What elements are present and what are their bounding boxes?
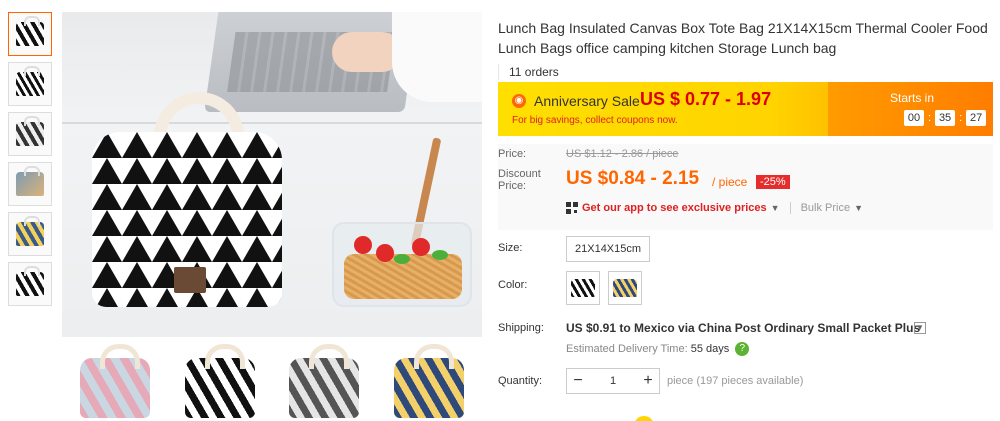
caret-down-icon: ▼ bbox=[770, 203, 780, 213]
thumbnail-3[interactable] bbox=[8, 112, 52, 156]
discount-label-1: Discount bbox=[498, 168, 541, 180]
shipping-info: US $0.91 to Mexico via China Post Ordina… bbox=[566, 321, 921, 335]
bag-variant-image bbox=[289, 344, 360, 418]
thumbnail-1[interactable] bbox=[8, 12, 52, 56]
product-title: Lunch Bag Insulated Canvas Box Tote Bag … bbox=[498, 20, 988, 56]
quantity-input[interactable]: 1 bbox=[589, 375, 637, 387]
availability-text: piece (197 pieces available) bbox=[667, 375, 804, 387]
sale-subtext: For big savings, collect coupons now. bbox=[512, 115, 678, 126]
per-piece-unit: / piece bbox=[712, 175, 748, 189]
delivery-value: 55 days bbox=[690, 342, 730, 355]
quantity-label: Quantity: bbox=[498, 375, 543, 387]
timer-hours: 00 bbox=[904, 110, 924, 126]
food-bowl-graphic bbox=[332, 222, 472, 307]
quantity-decrease-button[interactable]: − bbox=[567, 372, 589, 390]
product-info-panel: Lunch Bag Insulated Canvas Box Tote Bag … bbox=[498, 18, 993, 421]
variant-grey[interactable] bbox=[285, 342, 363, 418]
sale-coin-icon: ◉ bbox=[512, 94, 526, 108]
help-icon[interactable]: ? bbox=[735, 342, 750, 356]
partial-yellow-icon bbox=[634, 416, 654, 421]
quantity-increase-button[interactable]: + bbox=[637, 372, 659, 390]
main-product-image[interactable] bbox=[62, 12, 482, 337]
bulk-price-link[interactable]: Bulk Price bbox=[801, 202, 851, 214]
sale-label: Anniversary Sale bbox=[534, 93, 640, 109]
color-option-2[interactable] bbox=[608, 271, 642, 305]
thumbnail-4[interactable] bbox=[8, 162, 52, 206]
timer-seconds: 27 bbox=[966, 110, 987, 126]
app-price-link[interactable]: Get our app to see exclusive prices bbox=[582, 202, 767, 214]
size-label: Size: bbox=[498, 242, 523, 254]
caret-down-icon: ▼ bbox=[854, 203, 864, 213]
bag-variant-image bbox=[393, 344, 464, 418]
bag-thumbnail-image bbox=[16, 16, 44, 46]
size-option[interactable]: 21X14X15cm bbox=[566, 236, 651, 262]
shipping-label: Shipping: bbox=[498, 322, 544, 334]
shirt-graphic bbox=[392, 12, 482, 102]
variant-black-white[interactable] bbox=[181, 342, 259, 418]
discount-label-2: Price: bbox=[498, 180, 527, 192]
thumbnail-2[interactable] bbox=[8, 62, 52, 106]
countdown: Starts in 00 : 35 : 27 bbox=[828, 82, 993, 136]
variant-navy-yellow[interactable] bbox=[390, 342, 468, 418]
bag-variant-image bbox=[80, 344, 150, 418]
starts-label: Starts in bbox=[890, 91, 935, 105]
timer-minutes: 35 bbox=[935, 110, 956, 126]
color-label: Color: bbox=[498, 279, 528, 291]
quantity-stepper: − 1 + bbox=[566, 368, 660, 394]
thumbnail-list bbox=[8, 12, 58, 312]
thumbnail-6[interactable] bbox=[8, 262, 52, 306]
sale-banner: ◉ Anniversary Sale US $ 0.77 - 1.97 For … bbox=[498, 82, 993, 136]
original-price: US $1.12 - 2.86 / piece bbox=[566, 148, 679, 160]
bag-thumbnail-image bbox=[16, 116, 44, 146]
variant-strip bbox=[62, 342, 482, 421]
bag-thumbnail-image bbox=[16, 66, 44, 96]
app-promo-row: Get our app to see exclusive prices ▼ Bu… bbox=[566, 202, 863, 214]
bag-variant-image bbox=[184, 344, 255, 418]
color-option-1[interactable] bbox=[566, 271, 600, 305]
bag-color-swatch bbox=[613, 279, 637, 297]
countdown-timer: 00 : 35 : 27 bbox=[904, 110, 987, 126]
sale-price: US $ 0.77 - 1.97 bbox=[640, 89, 772, 109]
delivery-label: Estimated Delivery Time: bbox=[566, 342, 688, 355]
thumbnail-5[interactable] bbox=[8, 212, 52, 256]
price-section: Price: US $1.12 - 2.86 / piece Discount … bbox=[498, 144, 993, 230]
bag-thumbnail-image bbox=[16, 266, 44, 296]
bag-leather-tag bbox=[174, 267, 206, 293]
discount-price: US $0.84 - 2.15 bbox=[566, 168, 700, 189]
desk-edge bbox=[62, 122, 482, 124]
delivery-time: Estimated Delivery Time: 55 days ? bbox=[566, 342, 750, 356]
bag-color-swatch bbox=[571, 279, 595, 297]
orders-count: 11 orders bbox=[498, 64, 993, 80]
variant-pink[interactable] bbox=[76, 342, 154, 418]
qr-code-icon bbox=[566, 202, 578, 214]
dropdown-icon[interactable]: ▼ bbox=[914, 322, 926, 334]
bag-thumbnail-image bbox=[16, 216, 44, 246]
price-label: Price: bbox=[498, 148, 527, 160]
divider bbox=[789, 202, 791, 214]
discount-badge: -25% bbox=[756, 175, 790, 189]
food-thumbnail-image bbox=[16, 166, 44, 196]
